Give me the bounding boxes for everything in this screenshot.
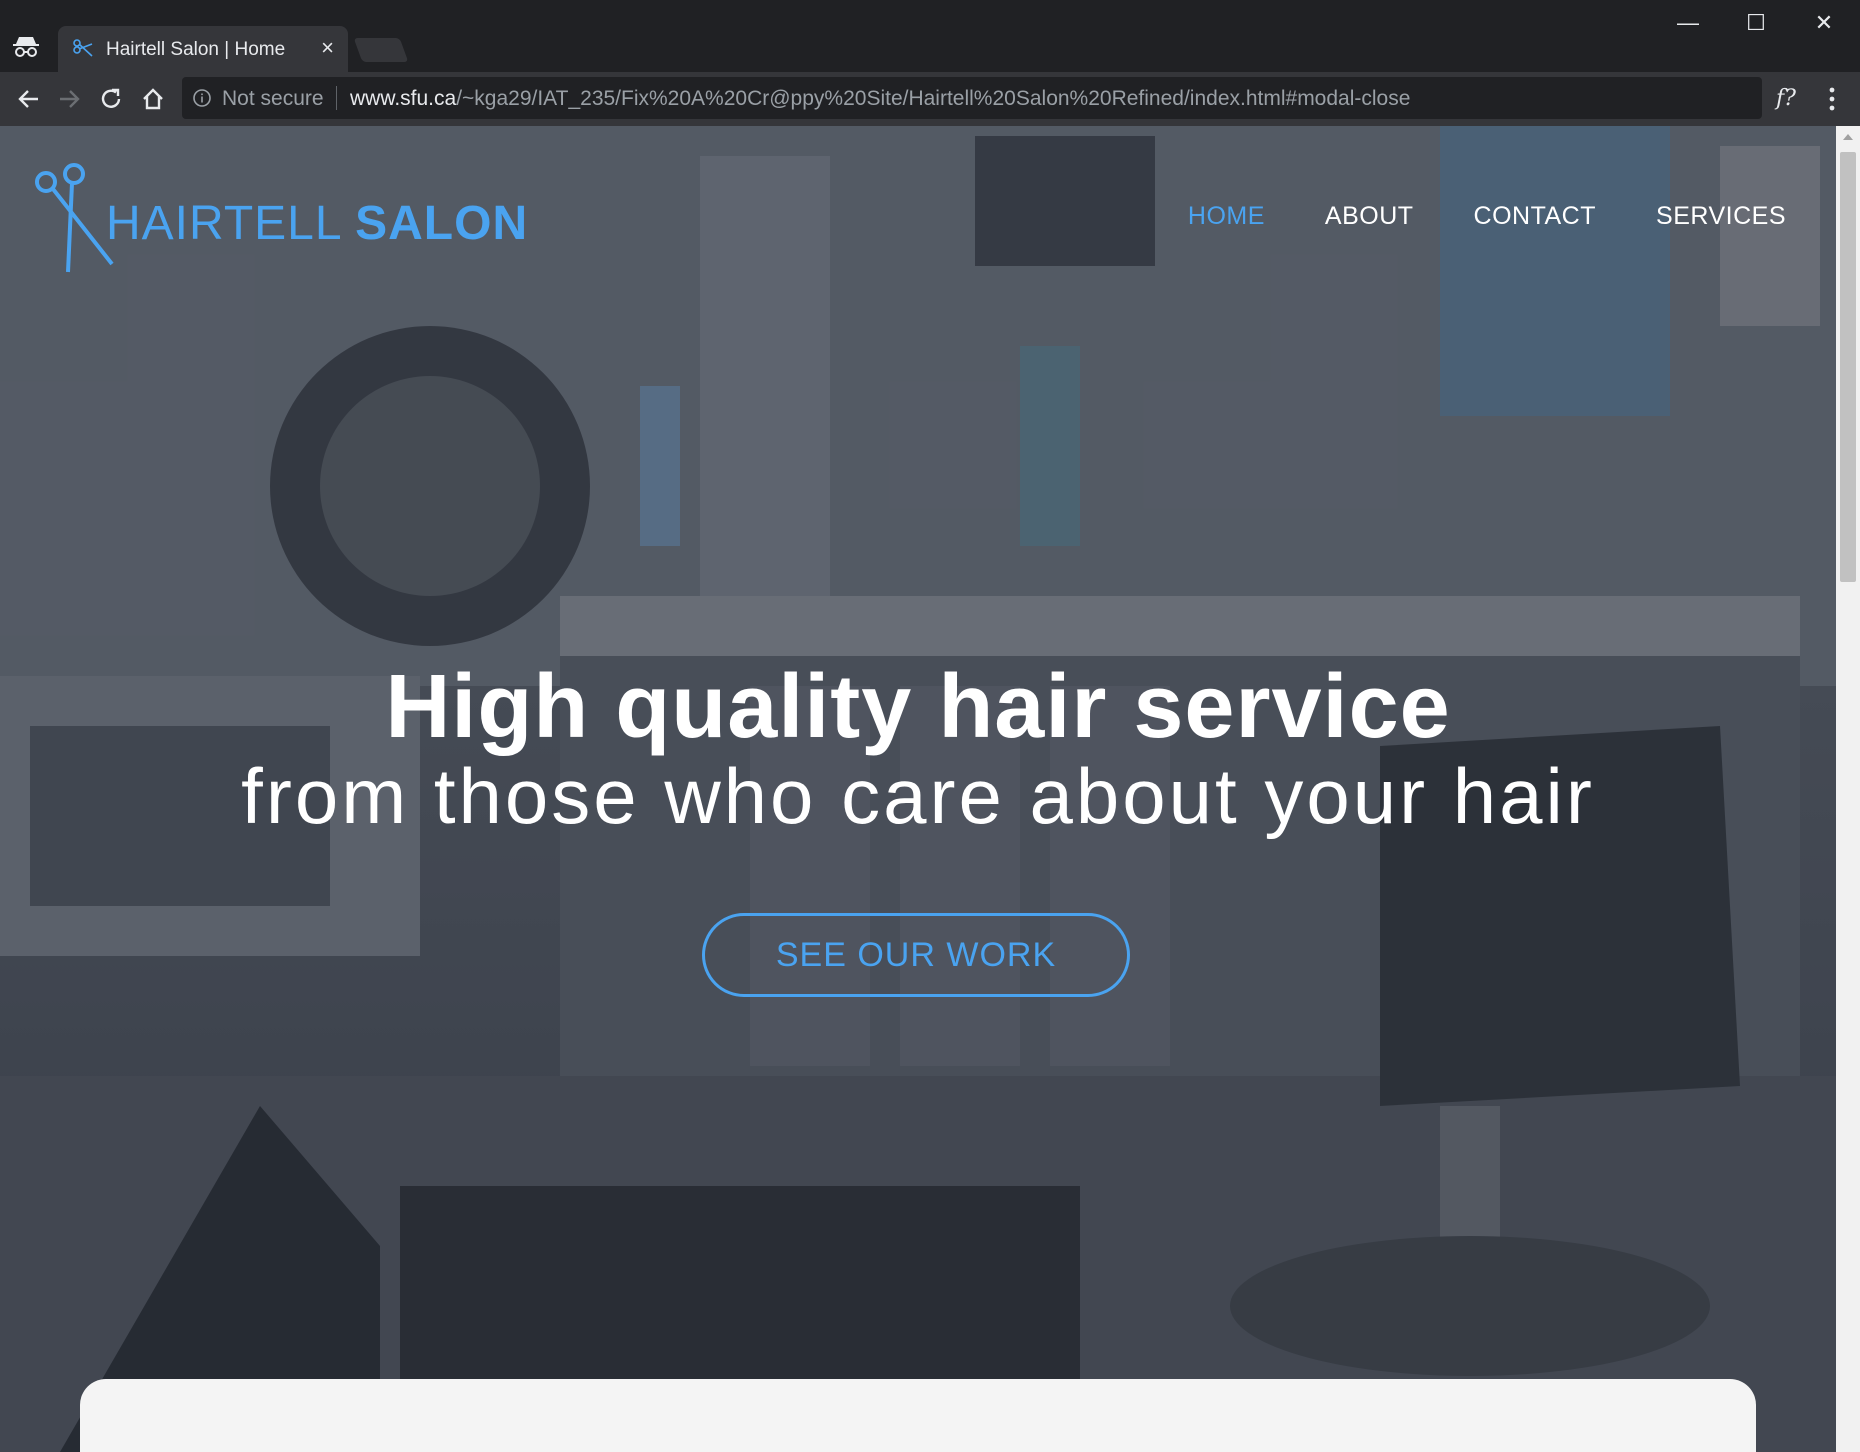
hero-section: HAIRTELL SALON HOME ABOUT CONTACT SERVIC… bbox=[0, 126, 1836, 1452]
tab-close-button[interactable]: × bbox=[321, 35, 334, 61]
menu-icon[interactable] bbox=[1828, 85, 1836, 113]
page-scrollbar[interactable] bbox=[1836, 126, 1860, 1452]
home-icon[interactable] bbox=[136, 82, 170, 116]
logo-text-bold: SALON bbox=[355, 197, 529, 250]
forward-icon[interactable] bbox=[52, 82, 86, 116]
page-viewport: HAIRTELL SALON HOME ABOUT CONTACT SERVIC… bbox=[0, 126, 1836, 1452]
info-icon[interactable] bbox=[192, 88, 212, 108]
new-tab-button[interactable] bbox=[353, 38, 409, 62]
address-separator bbox=[336, 86, 337, 110]
url-host: www.sfu.ca bbox=[350, 87, 457, 110]
url-path: /~kga29/IAT_235/Fix%20A%20Cr@ppy%20Site/… bbox=[456, 87, 1411, 110]
hero-subline: from those who care about your hair bbox=[241, 752, 1595, 840]
main-nav: HOME ABOUT CONTACT SERVICES bbox=[1188, 202, 1786, 231]
incognito-icon bbox=[13, 37, 39, 57]
tab-title: Hairtell Salon | Home bbox=[106, 39, 286, 60]
scroll-up-arrow[interactable] bbox=[1843, 134, 1853, 140]
nav-services[interactable]: SERVICES bbox=[1656, 202, 1786, 231]
security-label: Not secure bbox=[222, 87, 324, 110]
see-our-work-button[interactable]: SEE OUR WORK bbox=[702, 913, 1130, 997]
browser-tab[interactable]: Hairtell Salon | Home × bbox=[58, 26, 348, 72]
browser-chrome: Hairtell Salon | Home × — ☐ ✕ Not secure bbox=[0, 0, 1860, 126]
address-bar[interactable]: Not secure www.sfu.ca/~kga29/IAT_235/Fix… bbox=[182, 77, 1762, 119]
hero-headline: High quality hair service bbox=[385, 657, 1451, 757]
minimize-button[interactable]: — bbox=[1662, 8, 1714, 38]
reload-icon[interactable] bbox=[94, 82, 128, 116]
back-icon[interactable] bbox=[12, 82, 46, 116]
logo-text: HAIRTELL SALON bbox=[106, 196, 528, 251]
extension-button[interactable]: f? bbox=[1776, 86, 1796, 111]
logo-text-light: HAIRTELL bbox=[106, 197, 341, 250]
maximize-button[interactable]: ☐ bbox=[1730, 8, 1782, 38]
nav-contact[interactable]: CONTACT bbox=[1474, 202, 1596, 231]
nav-home[interactable]: HOME bbox=[1188, 202, 1265, 231]
scroll-thumb[interactable] bbox=[1840, 152, 1856, 582]
content-card bbox=[80, 1379, 1756, 1452]
scissors-icon bbox=[73, 39, 93, 57]
close-window-button[interactable]: ✕ bbox=[1798, 8, 1850, 38]
nav-about[interactable]: ABOUT bbox=[1325, 202, 1414, 231]
browser-toolbar: Not secure www.sfu.ca/~kga29/IAT_235/Fix… bbox=[0, 72, 1860, 126]
scissors-icon bbox=[35, 163, 114, 273]
url-text[interactable]: www.sfu.ca/~kga29/IAT_235/Fix%20A%20Cr@p… bbox=[350, 87, 1410, 111]
